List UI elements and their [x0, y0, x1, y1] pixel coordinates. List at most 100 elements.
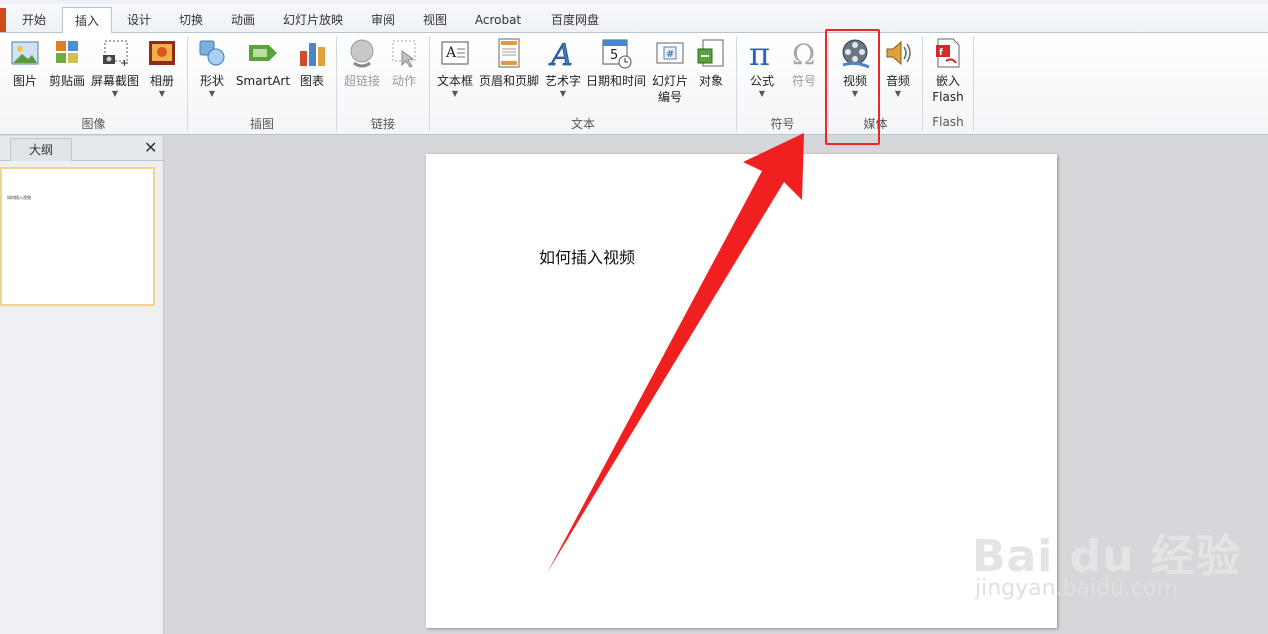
- object-button[interactable]: 对象: [694, 37, 728, 89]
- group-label-links: 链接: [370, 117, 395, 131]
- chart-button[interactable]: 图表: [294, 37, 330, 89]
- slide-title-text[interactable]: 如何插入视频: [539, 244, 635, 268]
- chevron-down-icon: ▼: [158, 89, 166, 98]
- datetime-label: 日期和时间: [585, 74, 646, 88]
- svg-text:5: 5: [610, 48, 618, 63]
- slide-canvas[interactable]: 如何插入视频: [426, 154, 1057, 628]
- header-footer-button[interactable]: 页眉和页脚: [478, 37, 540, 89]
- group-label-illustrations: 插图: [249, 117, 274, 131]
- album-label: 相册: [149, 74, 174, 88]
- svg-text:A: A: [548, 38, 573, 69]
- tab-transitions[interactable]: 切换: [168, 9, 214, 31]
- picture-button[interactable]: 图片: [6, 37, 44, 89]
- textbox-icon: A: [439, 37, 471, 69]
- speaker-icon: [882, 37, 914, 69]
- bar-chart-icon: [296, 37, 328, 69]
- chart-label: 图表: [299, 74, 324, 88]
- wordart-label: 艺术字: [544, 74, 581, 88]
- tab-home[interactable]: 开始: [12, 9, 56, 31]
- header-footer-icon: [493, 37, 525, 69]
- tab-review[interactable]: 审阅: [360, 9, 406, 31]
- group-label-flash: Flash: [932, 115, 964, 129]
- clipart-label: 剪贴画: [48, 74, 85, 88]
- tab-animations[interactable]: 动画: [220, 9, 266, 31]
- embed-flash-label-line1: 嵌入: [935, 74, 960, 88]
- clipart-button[interactable]: 剪贴画: [46, 37, 88, 89]
- ribbon: 图片 剪贴画 屏幕截图 ▼ 相册 ▼ 图像 形状 ▼ SmartArt 图表 插…: [0, 33, 1268, 135]
- object-icon: [695, 37, 727, 69]
- embed-flash-label-line2: Flash: [932, 90, 964, 104]
- datetime-button[interactable]: 5 日期和时间: [585, 37, 647, 89]
- slide-number-label-line1: 幻灯片: [651, 74, 688, 88]
- action-icon: [388, 37, 420, 69]
- chevron-down-icon: ▼: [451, 89, 459, 98]
- symbol-button[interactable]: Ω 符号: [786, 37, 822, 89]
- file-tab[interactable]: [0, 8, 6, 32]
- group-label-images: 图像: [81, 117, 106, 131]
- action-button[interactable]: 动作: [386, 37, 422, 89]
- calendar-clock-icon: 5: [600, 37, 632, 69]
- shapes-icon: [196, 37, 228, 69]
- tab-insert[interactable]: 插入: [62, 7, 112, 35]
- slides-panel: 大纲 ✕ 如何插入视频: [0, 136, 164, 634]
- globe-link-icon: [346, 37, 378, 69]
- object-label: 对象: [698, 74, 723, 88]
- tab-outline[interactable]: 大纲: [10, 138, 72, 161]
- tab-design[interactable]: 设计: [116, 9, 162, 31]
- svg-text:Ω: Ω: [792, 38, 815, 69]
- chevron-down-icon: ▼: [111, 89, 119, 98]
- tab-view[interactable]: 视图: [412, 9, 458, 31]
- smartart-label: SmartArt: [235, 74, 291, 88]
- flash-file-icon: f: [932, 37, 964, 69]
- smartart-icon: [247, 37, 279, 69]
- watermark: Bai du 经验 jingyan.baidu.com: [972, 500, 1262, 610]
- header-footer-label: 页眉和页脚: [478, 74, 539, 88]
- group-divider: [973, 37, 974, 131]
- chevron-down-icon: ▼: [758, 89, 766, 98]
- thumbnail-text: 如何插入视频: [7, 195, 31, 200]
- slide-thumbnail[interactable]: 如何插入视频: [0, 167, 155, 306]
- wordart-icon: A: [547, 37, 579, 74]
- wordart-button[interactable]: A 艺术字 ▼: [544, 37, 582, 99]
- shapes-label: 形状: [199, 74, 224, 88]
- panel-header: 大纲 ✕: [0, 136, 163, 161]
- textbox-button[interactable]: A 文本框 ▼: [436, 37, 474, 99]
- smartart-button[interactable]: SmartArt: [234, 37, 292, 89]
- screenshot-button[interactable]: 屏幕截图 ▼: [90, 37, 140, 99]
- slide-number-icon: #: [654, 37, 686, 69]
- ribbon-tabs: 开始 插入 设计 切换 动画 幻灯片放映 审阅 视图 Acrobat 百度网盘: [0, 4, 1268, 35]
- svg-text:π: π: [749, 37, 770, 69]
- clipart-icon: [51, 37, 83, 69]
- tab-slideshow[interactable]: 幻灯片放映: [272, 9, 354, 31]
- watermark-url: jingyan.baidu.com: [975, 576, 1179, 601]
- slide-number-label-line2: 编号: [657, 90, 682, 104]
- textbox-label: 文本框: [436, 74, 473, 88]
- slide-number-button[interactable]: # 幻灯片 编号: [650, 37, 690, 105]
- highlight-box: [825, 29, 880, 145]
- omega-icon: Ω: [788, 37, 820, 71]
- tab-baidu-netdisk[interactable]: 百度网盘: [540, 9, 610, 31]
- shapes-button[interactable]: 形状 ▼: [194, 37, 230, 99]
- picture-label: 图片: [12, 74, 37, 88]
- embed-flash-button[interactable]: f 嵌入 Flash: [926, 37, 970, 105]
- tab-acrobat[interactable]: Acrobat: [464, 9, 532, 31]
- album-button[interactable]: 相册 ▼: [144, 37, 180, 99]
- chevron-down-icon: ▼: [559, 89, 567, 98]
- svg-text:#: #: [666, 49, 674, 60]
- audio-button[interactable]: 音频 ▼: [880, 37, 916, 99]
- hyperlink-label: 超链接: [343, 74, 380, 88]
- photo-album-icon: [146, 37, 178, 69]
- audio-label: 音频: [885, 74, 910, 88]
- close-icon[interactable]: ✕: [144, 137, 157, 159]
- picture-icon: [9, 37, 41, 69]
- group-label-text: 文本: [570, 117, 595, 131]
- hyperlink-button[interactable]: 超链接: [342, 37, 382, 89]
- screenshot-icon: [99, 37, 131, 69]
- pi-icon: π: [746, 35, 778, 73]
- equation-label: 公式: [749, 74, 774, 88]
- screenshot-label: 屏幕截图: [90, 74, 139, 88]
- chevron-down-icon: ▼: [894, 89, 902, 98]
- svg-text:f: f: [939, 48, 943, 58]
- equation-button[interactable]: π 公式 ▼: [742, 35, 782, 99]
- group-label-symbols: 符号: [770, 117, 795, 131]
